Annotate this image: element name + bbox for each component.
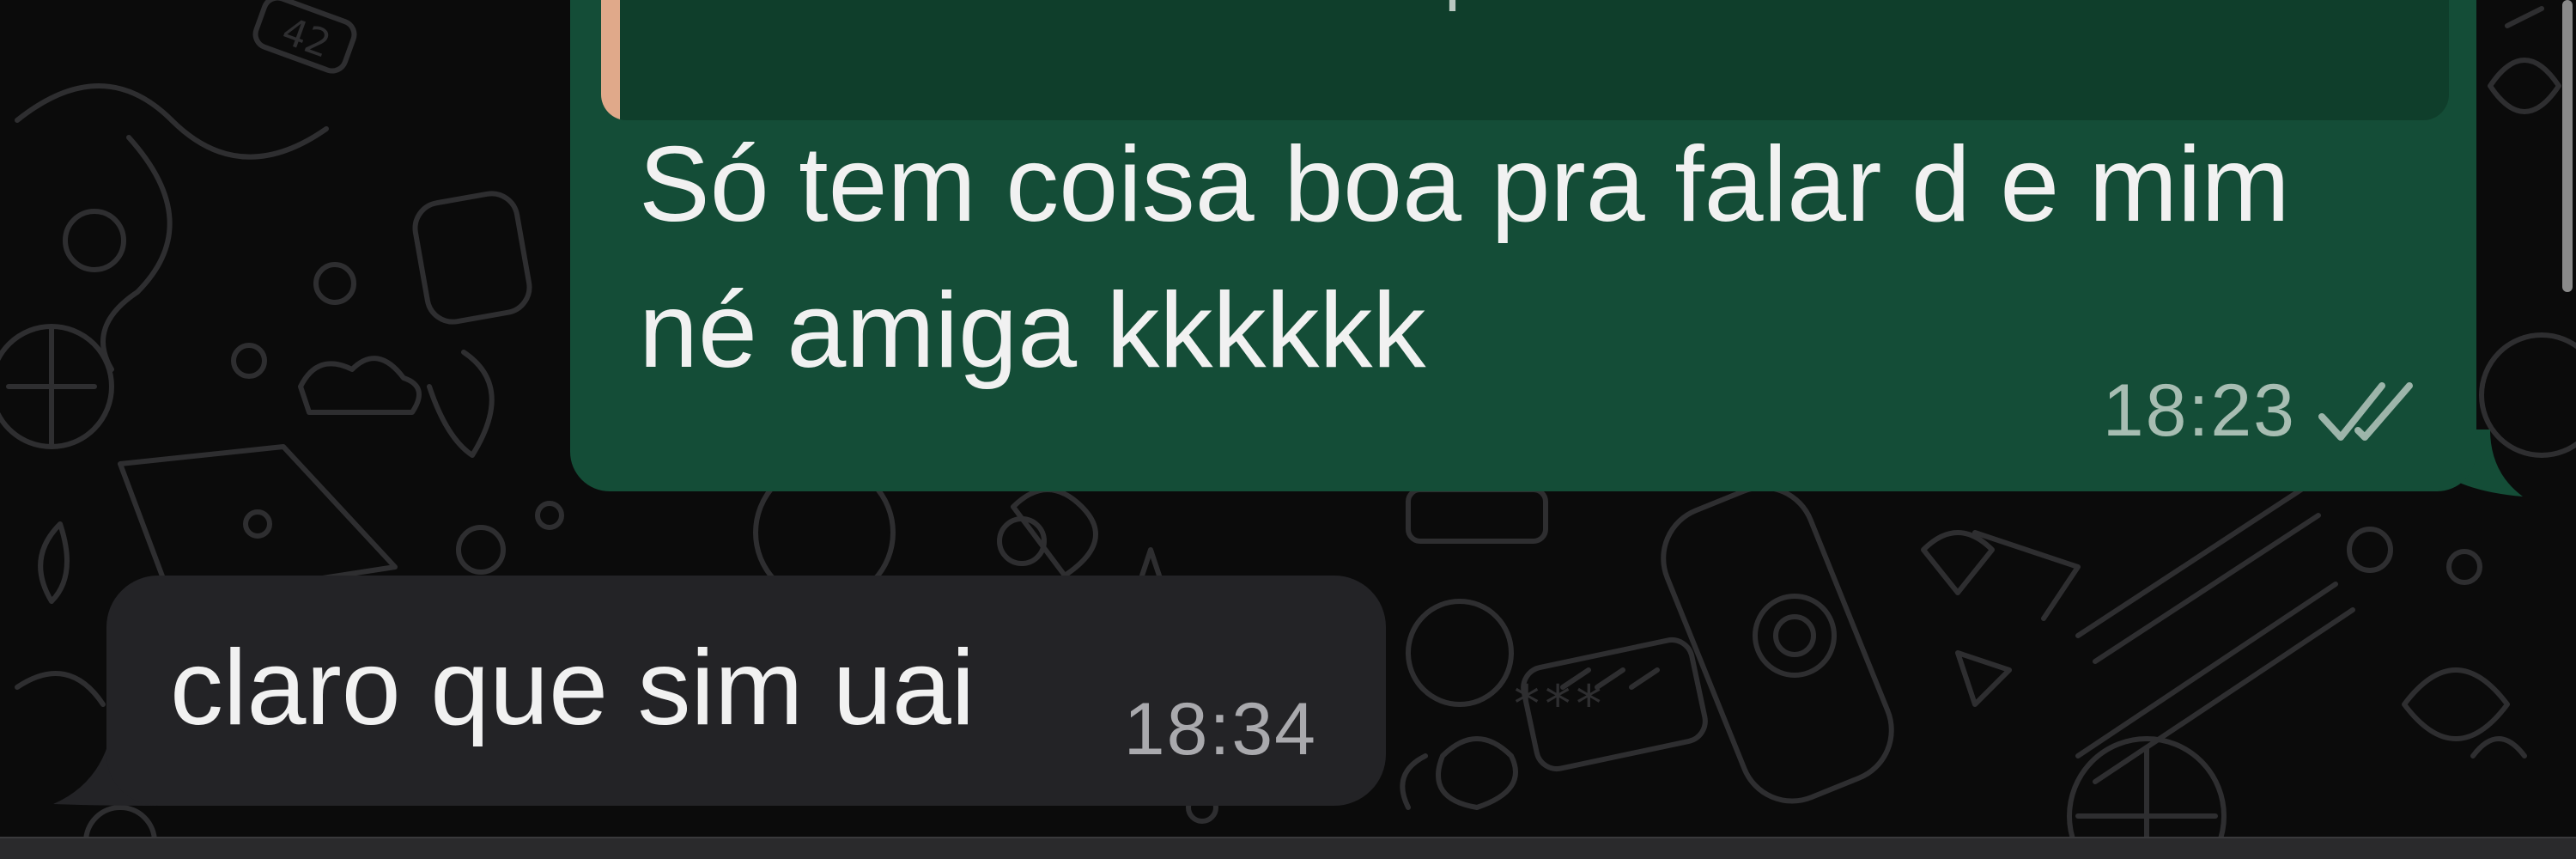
svg-text:***: ***	[1511, 674, 1604, 734]
double-check-icon	[2318, 381, 2413, 441]
outgoing-message-text: Só tem coisa boa pra falar d e mim né am…	[639, 125, 2290, 390]
incoming-message-text: claro que sim uai	[170, 629, 975, 747]
quoted-message-text: falamos mt bem de ve aqui	[670, 0, 1515, 14]
composer-bar-edge	[0, 837, 2576, 859]
incoming-message-bubble[interactable]: claro que sim uai 18:34	[106, 576, 1386, 806]
outgoing-message-time: 18:23	[2102, 369, 2296, 452]
scrollbar[interactable]	[2557, 0, 2576, 344]
quote-accent-bar	[601, 0, 620, 120]
scrollbar-thumb[interactable]	[2562, 0, 2573, 292]
chat-view: *** 42 falamos mt bem de ve aqui Só tem …	[0, 0, 2576, 859]
quoted-message[interactable]: falamos mt bem de ve aqui	[601, 0, 2449, 120]
outgoing-message-meta: 18:23	[2103, 369, 2416, 454]
outgoing-message-bubble[interactable]: falamos mt bem de ve aqui Só tem coisa b…	[570, 0, 2476, 491]
svg-text:42: 42	[276, 9, 337, 67]
incoming-message-time: 18:34	[1123, 688, 1317, 771]
